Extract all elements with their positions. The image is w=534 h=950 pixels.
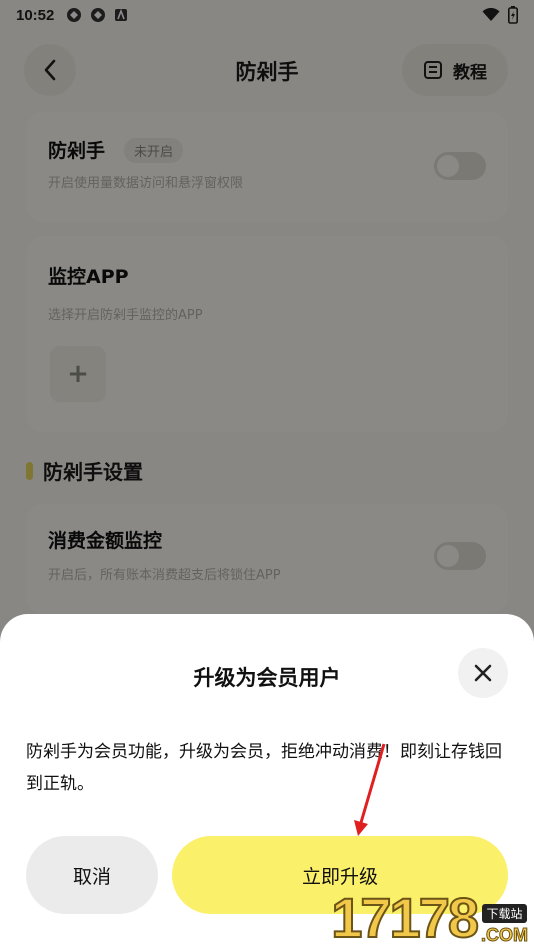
close-icon bbox=[474, 664, 492, 682]
annotation-arrow-icon bbox=[354, 743, 386, 836]
watermark-digits: 17178 bbox=[330, 886, 480, 949]
site-watermark: 17178 下载站 .COM bbox=[330, 886, 529, 949]
cancel-button[interactable]: 取消 bbox=[26, 836, 158, 914]
dialog-message: 防剁手为会员功能，升级为会员，拒绝冲动消费！即刻让存钱回到正轨。 bbox=[26, 742, 502, 794]
dialog-title: 升级为会员用户 bbox=[193, 666, 341, 690]
watermark-domain: .COM bbox=[481, 925, 529, 946]
watermark-tag: 下载站 bbox=[482, 904, 527, 923]
close-button[interactable] bbox=[458, 648, 508, 698]
